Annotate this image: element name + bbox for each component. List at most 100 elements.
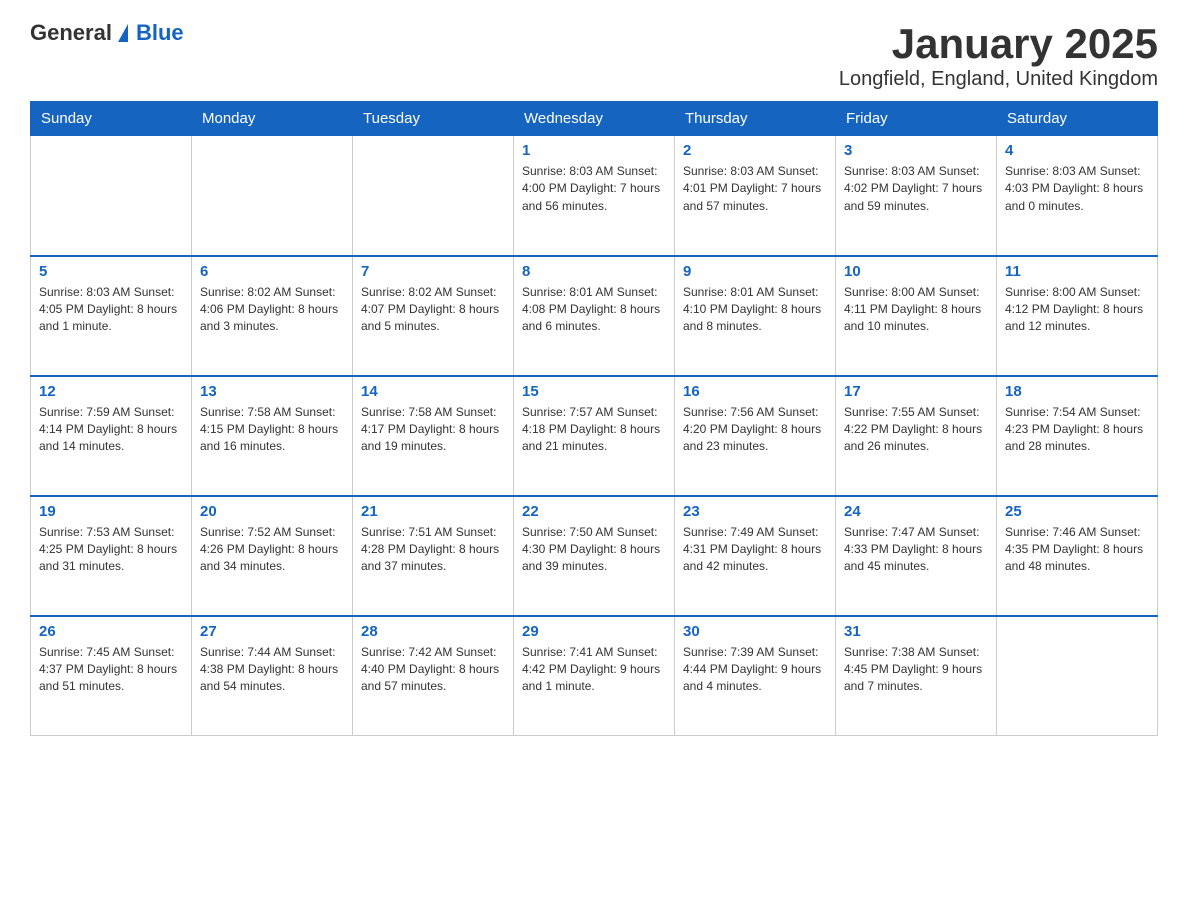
day-number: 3 bbox=[844, 142, 988, 159]
day-info: Sunrise: 8:02 AM Sunset: 4:06 PM Dayligh… bbox=[200, 284, 344, 336]
day-info: Sunrise: 7:42 AM Sunset: 4:40 PM Dayligh… bbox=[361, 644, 505, 696]
day-info: Sunrise: 7:57 AM Sunset: 4:18 PM Dayligh… bbox=[522, 404, 666, 456]
page-header: General Blue January 2025 Longfield, Eng… bbox=[30, 20, 1158, 91]
day-cell: 17 Sunrise: 7:55 AM Sunset: 4:22 PM Dayli… bbox=[836, 376, 997, 496]
day-cell: 24Sunrise: 7:47 AM Sunset: 4:33 PM Dayli… bbox=[836, 496, 997, 616]
logo-general-text: General bbox=[30, 20, 112, 46]
week-row-5: 26 Sunrise: 7:45 AM Sunset: 4:37 PM Dayli… bbox=[31, 616, 1158, 736]
day-number: 15 bbox=[522, 383, 666, 400]
day-cell: 13 Sunrise: 7:58 AM Sunset: 4:15 PM Dayli… bbox=[192, 376, 353, 496]
header-cell-sunday: Sunday bbox=[31, 102, 192, 136]
header-cell-tuesday: Tuesday bbox=[353, 102, 514, 136]
day-number: 11 bbox=[1005, 263, 1149, 280]
day-info: Sunrise: 8:03 AM Sunset: 4:00 PM Dayligh… bbox=[522, 163, 666, 215]
header-cell-monday: Monday bbox=[192, 102, 353, 136]
header-cell-thursday: Thursday bbox=[675, 102, 836, 136]
calendar-header: SundayMondayTuesdayWednesdayThursdayFrid… bbox=[31, 102, 1158, 136]
day-cell bbox=[192, 136, 353, 256]
day-number: 1 bbox=[522, 142, 666, 159]
day-info: Sunrise: 7:55 AM Sunset: 4:22 PM Dayligh… bbox=[844, 404, 988, 456]
week-row-4: 19 Sunrise: 7:53 AM Sunset: 4:25 PM Dayli… bbox=[31, 496, 1158, 616]
day-number: 6 bbox=[200, 263, 344, 280]
day-cell: 3 Sunrise: 8:03 AM Sunset: 4:02 PM Daylig… bbox=[836, 136, 997, 256]
day-info: Sunrise: 8:01 AM Sunset: 4:10 PM Dayligh… bbox=[683, 284, 827, 336]
day-cell: 10 Sunrise: 8:00 AM Sunset: 4:11 PM Dayli… bbox=[836, 256, 997, 376]
day-cell: 22 Sunrise: 7:50 AM Sunset: 4:30 PM Dayli… bbox=[514, 496, 675, 616]
day-number: 26 bbox=[39, 623, 183, 640]
day-number: 21 bbox=[361, 503, 505, 520]
day-cell: 29 Sunrise: 7:41 AM Sunset: 4:42 PM Dayli… bbox=[514, 616, 675, 736]
day-number: 22 bbox=[522, 503, 666, 520]
day-cell: 14Sunrise: 7:58 AM Sunset: 4:17 PM Dayli… bbox=[353, 376, 514, 496]
day-info: Sunrise: 7:46 AM Sunset: 4:35 PM Dayligh… bbox=[1005, 524, 1149, 576]
logo: General Blue bbox=[30, 20, 184, 46]
day-number: 4 bbox=[1005, 142, 1149, 159]
calendar-body: 1 Sunrise: 8:03 AM Sunset: 4:00 PM Daylig… bbox=[31, 136, 1158, 736]
day-cell: 5 Sunrise: 8:03 AM Sunset: 4:05 PM Daylig… bbox=[31, 256, 192, 376]
day-number: 10 bbox=[844, 263, 988, 280]
logo-triangle-icon bbox=[118, 24, 128, 42]
day-cell: 31 Sunrise: 7:38 AM Sunset: 4:45 PM Dayli… bbox=[836, 616, 997, 736]
day-info: Sunrise: 7:39 AM Sunset: 4:44 PM Dayligh… bbox=[683, 644, 827, 696]
day-cell: 7Sunrise: 8:02 AM Sunset: 4:07 PM Daylig… bbox=[353, 256, 514, 376]
day-cell: 2 Sunrise: 8:03 AM Sunset: 4:01 PM Daylig… bbox=[675, 136, 836, 256]
day-number: 28 bbox=[361, 623, 505, 640]
day-info: Sunrise: 7:58 AM Sunset: 4:15 PM Dayligh… bbox=[200, 404, 344, 456]
day-info: Sunrise: 8:03 AM Sunset: 4:02 PM Dayligh… bbox=[844, 163, 988, 215]
day-number: 31 bbox=[844, 623, 988, 640]
day-cell: 30Sunrise: 7:39 AM Sunset: 4:44 PM Dayli… bbox=[675, 616, 836, 736]
day-number: 29 bbox=[522, 623, 666, 640]
day-info: Sunrise: 8:03 AM Sunset: 4:01 PM Dayligh… bbox=[683, 163, 827, 215]
day-info: Sunrise: 7:51 AM Sunset: 4:28 PM Dayligh… bbox=[361, 524, 505, 576]
week-row-3: 12 Sunrise: 7:59 AM Sunset: 4:14 PM Dayli… bbox=[31, 376, 1158, 496]
day-info: Sunrise: 7:38 AM Sunset: 4:45 PM Dayligh… bbox=[844, 644, 988, 696]
day-info: Sunrise: 7:59 AM Sunset: 4:14 PM Dayligh… bbox=[39, 404, 183, 456]
header-cell-friday: Friday bbox=[836, 102, 997, 136]
calendar-table: SundayMondayTuesdayWednesdayThursdayFrid… bbox=[30, 101, 1158, 736]
day-info: Sunrise: 7:41 AM Sunset: 4:42 PM Dayligh… bbox=[522, 644, 666, 696]
day-number: 5 bbox=[39, 263, 183, 280]
day-number: 24 bbox=[844, 503, 988, 520]
day-cell: 6 Sunrise: 8:02 AM Sunset: 4:06 PM Daylig… bbox=[192, 256, 353, 376]
day-number: 17 bbox=[844, 383, 988, 400]
day-number: 20 bbox=[200, 503, 344, 520]
day-cell: 8 Sunrise: 8:01 AM Sunset: 4:08 PM Daylig… bbox=[514, 256, 675, 376]
day-info: Sunrise: 7:52 AM Sunset: 4:26 PM Dayligh… bbox=[200, 524, 344, 576]
header-row: SundayMondayTuesdayWednesdayThursdayFrid… bbox=[31, 102, 1158, 136]
day-cell: 16Sunrise: 7:56 AM Sunset: 4:20 PM Dayli… bbox=[675, 376, 836, 496]
day-info: Sunrise: 7:45 AM Sunset: 4:37 PM Dayligh… bbox=[39, 644, 183, 696]
week-row-1: 1 Sunrise: 8:03 AM Sunset: 4:00 PM Daylig… bbox=[31, 136, 1158, 256]
day-number: 8 bbox=[522, 263, 666, 280]
day-cell: 20 Sunrise: 7:52 AM Sunset: 4:26 PM Dayli… bbox=[192, 496, 353, 616]
day-cell bbox=[31, 136, 192, 256]
day-cell: 18 Sunrise: 7:54 AM Sunset: 4:23 PM Dayli… bbox=[997, 376, 1158, 496]
header-cell-saturday: Saturday bbox=[997, 102, 1158, 136]
day-info: Sunrise: 7:54 AM Sunset: 4:23 PM Dayligh… bbox=[1005, 404, 1149, 456]
day-info: Sunrise: 7:50 AM Sunset: 4:30 PM Dayligh… bbox=[522, 524, 666, 576]
day-number: 25 bbox=[1005, 503, 1149, 520]
calendar-subtitle: Longfield, England, United Kingdom bbox=[839, 68, 1158, 91]
day-number: 7 bbox=[361, 263, 505, 280]
day-number: 23 bbox=[683, 503, 827, 520]
day-cell: 12 Sunrise: 7:59 AM Sunset: 4:14 PM Dayli… bbox=[31, 376, 192, 496]
day-info: Sunrise: 7:53 AM Sunset: 4:25 PM Dayligh… bbox=[39, 524, 183, 576]
header-cell-wednesday: Wednesday bbox=[514, 102, 675, 136]
day-info: Sunrise: 8:00 AM Sunset: 4:11 PM Dayligh… bbox=[844, 284, 988, 336]
day-info: Sunrise: 8:03 AM Sunset: 4:05 PM Dayligh… bbox=[39, 284, 183, 336]
day-info: Sunrise: 7:56 AM Sunset: 4:20 PM Dayligh… bbox=[683, 404, 827, 456]
day-number: 13 bbox=[200, 383, 344, 400]
day-number: 19 bbox=[39, 503, 183, 520]
day-info: Sunrise: 8:03 AM Sunset: 4:03 PM Dayligh… bbox=[1005, 163, 1149, 215]
day-cell: 27Sunrise: 7:44 AM Sunset: 4:38 PM Dayli… bbox=[192, 616, 353, 736]
day-number: 2 bbox=[683, 142, 827, 159]
day-info: Sunrise: 8:01 AM Sunset: 4:08 PM Dayligh… bbox=[522, 284, 666, 336]
title-block: January 2025 Longfield, England, United … bbox=[839, 20, 1158, 91]
day-number: 9 bbox=[683, 263, 827, 280]
day-info: Sunrise: 7:49 AM Sunset: 4:31 PM Dayligh… bbox=[683, 524, 827, 576]
day-number: 12 bbox=[39, 383, 183, 400]
day-cell bbox=[997, 616, 1158, 736]
day-number: 18 bbox=[1005, 383, 1149, 400]
day-cell: 11Sunrise: 8:00 AM Sunset: 4:12 PM Dayli… bbox=[997, 256, 1158, 376]
day-cell: 15 Sunrise: 7:57 AM Sunset: 4:18 PM Dayli… bbox=[514, 376, 675, 496]
day-info: Sunrise: 7:58 AM Sunset: 4:17 PM Dayligh… bbox=[361, 404, 505, 456]
